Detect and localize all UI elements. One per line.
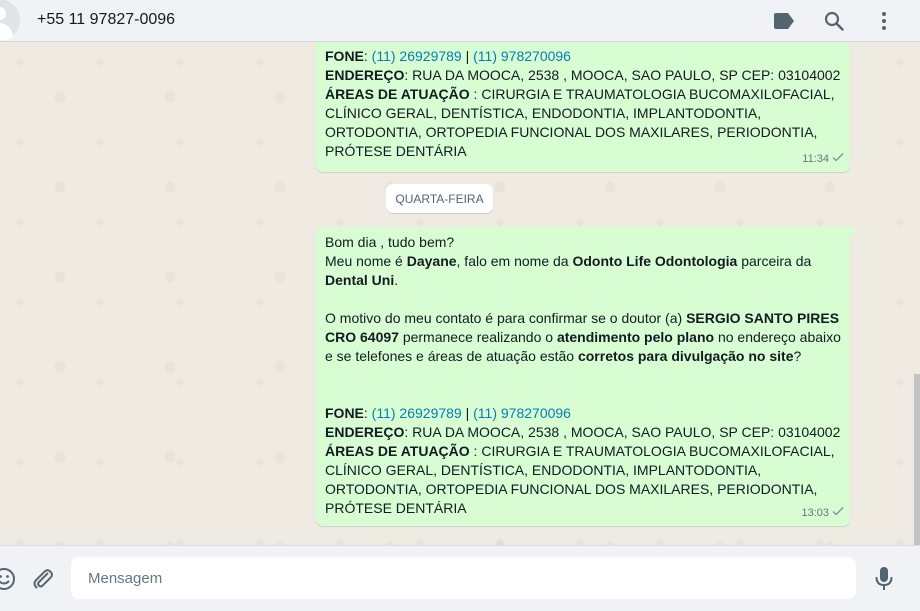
intro-text: parceira da — [737, 253, 812, 269]
address-line: ENDEREÇO: RUA DA MOOCA, 2538 , MOOCA, SA… — [325, 66, 841, 85]
message-motive: O motivo do meu contato é para confirmar… — [325, 309, 841, 366]
phone-separator: | — [465, 48, 470, 64]
message-bubble-outgoing[interactable]: Bom dia , tudo bem? Meu nome é Dayane, f… — [316, 227, 858, 526]
contact-name[interactable]: +55 11 97827-0096 — [37, 11, 175, 29]
phone-link-1[interactable]: (11) 26929789 — [372, 48, 462, 64]
correct-text: corretos para divulgação no site — [577, 348, 794, 364]
address-label: ENDEREÇO — [325, 67, 405, 83]
message-list[interactable]: FONE: (11) 26929789 | (11) 978270096 END… — [0, 42, 920, 545]
attach-icon[interactable] — [30, 566, 56, 592]
motive-text: O motivo do meu contato é para confirmar… — [325, 310, 687, 326]
phone-link-1[interactable]: (11) 26929789 — [372, 405, 462, 421]
intro-text: . — [394, 272, 399, 288]
phone-link-2[interactable]: (11) 978270096 — [473, 48, 571, 64]
address-text: : RUA DA MOOCA, 2538 , MOOCA, SAO PAULO,… — [404, 67, 841, 83]
day-divider: QUARTA-FEIRA — [386, 184, 493, 213]
motive-text: ? — [793, 348, 802, 364]
intro-text: Meu nome é — [325, 253, 407, 269]
address-line: ENDEREÇO: RUA DA MOOCA, 2538 , MOOCA, SA… — [325, 423, 841, 442]
composer-bar — [0, 545, 920, 611]
phone-line: FONE: (11) 26929789 | (11) 978270096 — [325, 48, 571, 64]
contact-avatar[interactable] — [0, 0, 20, 41]
areas-label: ÁREAS DE ATUAÇÃO — [325, 86, 470, 102]
phone-line: FONE: (11) 26929789 | (11) 978270096 — [325, 405, 571, 421]
bubble-tail — [850, 227, 858, 237]
areas-label: ÁREAS DE ATUAÇÃO — [325, 443, 470, 459]
address-label: ENDEREÇO — [325, 424, 405, 440]
check-icon — [832, 150, 844, 169]
emoji-icon[interactable] — [0, 566, 17, 592]
phone-separator: | — [465, 405, 470, 421]
message-input[interactable] — [71, 557, 856, 599]
motive-text: permanece realizando o — [398, 329, 557, 345]
label-icon[interactable] — [772, 9, 796, 33]
chat-header: +55 11 97827-0096 — [0, 0, 920, 42]
intro-text: , falo em nome da — [456, 253, 573, 269]
areas-line: ÁREAS DE ATUAÇÃO : CIRURGIA E TRAUMATOLO… — [325, 442, 841, 518]
avatar-body-shape — [0, 23, 13, 41]
message-bubble-outgoing[interactable]: FONE: (11) 26929789 | (11) 978270096 END… — [316, 42, 850, 172]
check-icon — [832, 504, 844, 523]
plan-text: atendimento pelo plano — [556, 329, 715, 345]
sender-name: Dayane — [406, 253, 457, 269]
message-time: 13:03 — [801, 507, 829, 519]
avatar-head-shape — [0, 7, 6, 20]
message-meta: 11:34 — [802, 150, 844, 169]
scrollbar-thumb[interactable] — [914, 374, 920, 545]
search-icon[interactable] — [822, 9, 846, 33]
menu-icon[interactable] — [872, 9, 896, 33]
phone-link-2[interactable]: (11) 978270096 — [473, 405, 571, 421]
company-name: Odonto Life Odontologia — [572, 253, 738, 269]
partner-name: Dental Uni — [325, 272, 395, 288]
microphone-icon[interactable] — [871, 566, 897, 592]
address-text: : RUA DA MOOCA, 2538 , MOOCA, SAO PAULO,… — [404, 424, 841, 440]
areas-line: ÁREAS DE ATUAÇÃO : CIRURGIA E TRAUMATOLO… — [325, 85, 841, 161]
fone-label: FONE — [325, 48, 364, 64]
message-time: 11:34 — [802, 153, 829, 165]
message-meta: 13:03 — [801, 504, 844, 523]
message-greeting: Bom dia , tudo bem? — [325, 234, 455, 250]
fone-label: FONE — [325, 405, 364, 421]
message-intro: Meu nome é Dayane, falo em nome da Odont… — [325, 252, 841, 290]
